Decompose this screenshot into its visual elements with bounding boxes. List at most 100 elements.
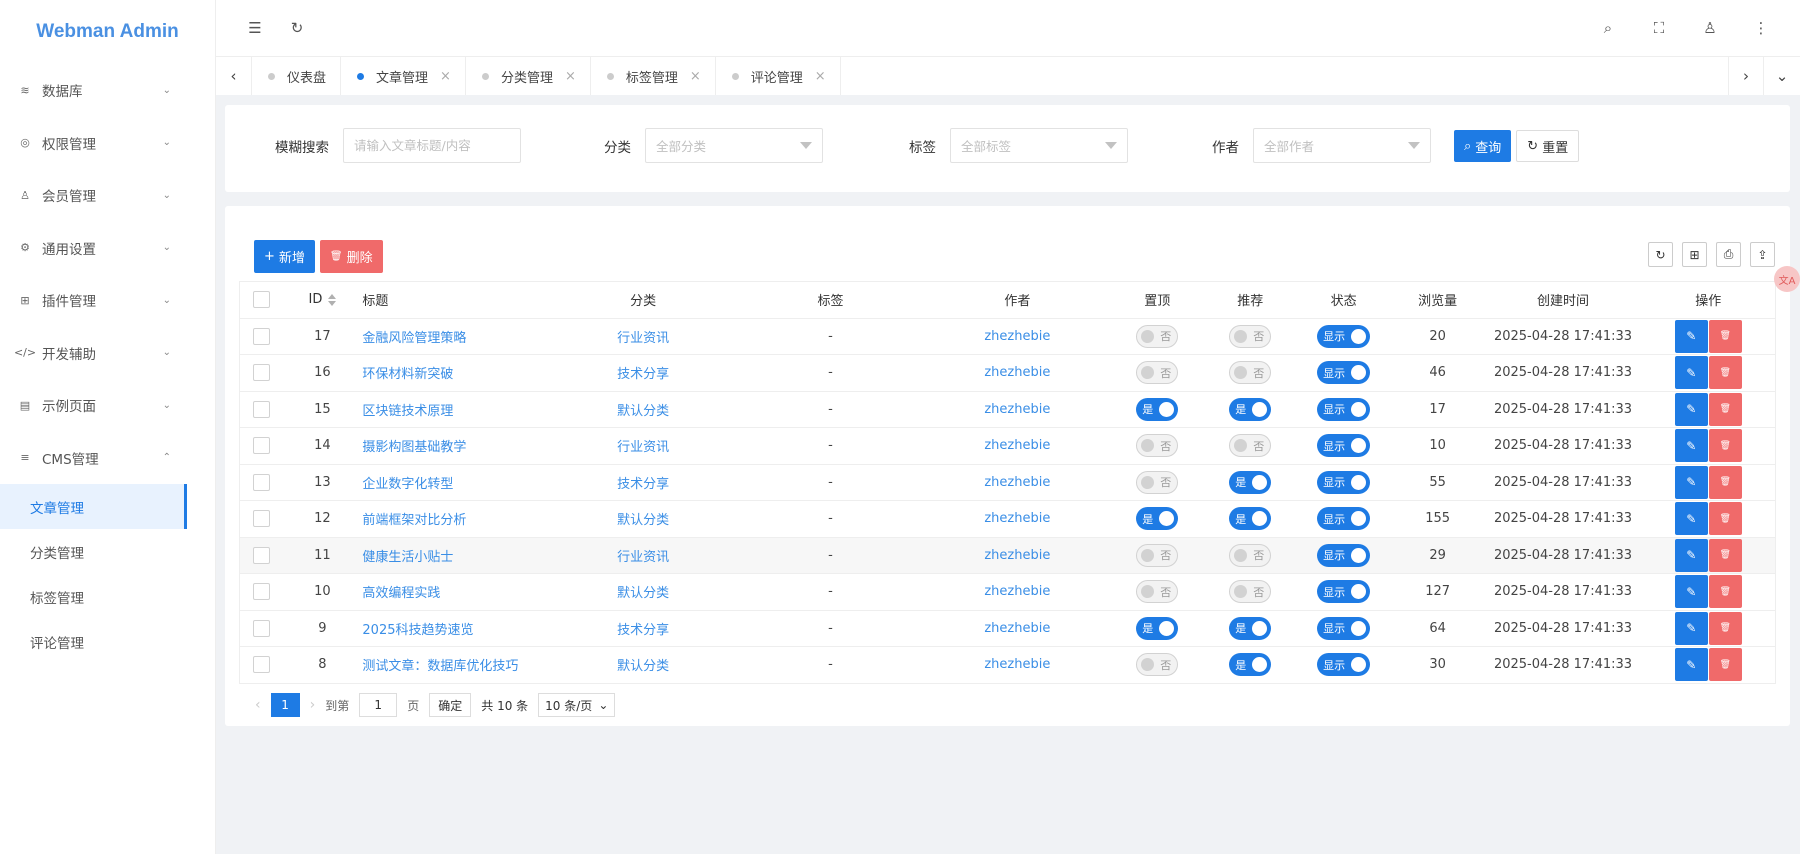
- fullscreen-icon[interactable]: ⛶: [1642, 11, 1676, 45]
- author-link[interactable]: zhezhebie: [984, 511, 1050, 526]
- category-link[interactable]: 行业资讯: [617, 440, 669, 455]
- top-switch[interactable]: 否: [1136, 580, 1179, 604]
- article-title-link[interactable]: 高效编程实践: [362, 586, 440, 601]
- menu-toggle-icon[interactable]: ☰: [238, 11, 272, 45]
- tab-articles[interactable]: 文章管理 ×: [341, 57, 466, 95]
- status-switch[interactable]: 显示: [1317, 361, 1371, 385]
- edit-button[interactable]: ✎: [1674, 465, 1708, 499]
- top-switch[interactable]: 否: [1136, 361, 1179, 385]
- status-switch[interactable]: 显示: [1317, 580, 1371, 604]
- tabs-next-icon[interactable]: ›: [1728, 57, 1764, 95]
- row-checkbox[interactable]: [252, 327, 270, 345]
- top-switch[interactable]: 是: [1136, 507, 1179, 531]
- delete-row-button[interactable]: 🗑: [1708, 611, 1742, 645]
- category-link[interactable]: 默认分类: [617, 513, 669, 528]
- columns-icon[interactable]: ⊞: [1682, 242, 1707, 267]
- sidebar-item-examples[interactable]: ▤ 示例页面 ⌄: [0, 379, 215, 432]
- delete-row-button[interactable]: 🗑: [1708, 502, 1742, 536]
- sidebar-subitem-tags[interactable]: 标签管理: [0, 574, 215, 619]
- export-icon[interactable]: ⇪: [1750, 242, 1775, 267]
- tabs-dropdown-icon[interactable]: ⌄: [1764, 57, 1800, 95]
- keyword-search-input[interactable]: [343, 128, 521, 163]
- author-link[interactable]: zhezhebie: [984, 475, 1050, 490]
- author-link[interactable]: zhezhebie: [984, 438, 1050, 453]
- delete-row-button[interactable]: 🗑: [1708, 319, 1742, 353]
- row-checkbox[interactable]: [252, 583, 270, 601]
- category-select[interactable]: 全部分类: [645, 128, 823, 163]
- top-switch[interactable]: 否: [1136, 324, 1179, 348]
- author-link[interactable]: zhezhebie: [984, 584, 1050, 599]
- status-switch[interactable]: 显示: [1317, 470, 1371, 494]
- article-title-link[interactable]: 2025科技趋势速览: [362, 623, 473, 638]
- sidebar-item-permissions[interactable]: ◎ 权限管理 ⌄: [0, 117, 215, 170]
- header-id[interactable]: ID: [282, 281, 363, 319]
- author-link[interactable]: zhezhebie: [984, 621, 1050, 636]
- recommend-switch[interactable]: 是: [1229, 470, 1272, 494]
- article-title-link[interactable]: 金融风险管理策略: [362, 331, 466, 346]
- author-link[interactable]: zhezhebie: [984, 657, 1050, 672]
- recommend-switch[interactable]: 是: [1229, 507, 1272, 531]
- row-checkbox[interactable]: [252, 546, 270, 564]
- goto-page-input[interactable]: 1: [359, 693, 398, 717]
- edit-button[interactable]: ✎: [1674, 429, 1708, 463]
- top-switch[interactable]: 否: [1136, 434, 1179, 458]
- tab-dashboard[interactable]: 仪表盘: [252, 57, 342, 95]
- status-switch[interactable]: 显示: [1317, 543, 1371, 567]
- delete-row-button[interactable]: 🗑: [1708, 465, 1742, 499]
- top-switch[interactable]: 否: [1136, 470, 1179, 494]
- page-number-current[interactable]: 1: [270, 693, 300, 717]
- translate-icon[interactable]: 文A: [1774, 266, 1800, 292]
- row-checkbox[interactable]: [252, 656, 270, 674]
- tag-select[interactable]: 全部标签: [950, 128, 1128, 163]
- status-switch[interactable]: 显示: [1317, 507, 1371, 531]
- category-link[interactable]: 默认分类: [617, 586, 669, 601]
- edit-button[interactable]: ✎: [1674, 611, 1708, 645]
- recommend-switch[interactable]: 是: [1229, 616, 1272, 640]
- author-link[interactable]: zhezhebie: [984, 329, 1050, 344]
- row-checkbox[interactable]: [252, 400, 270, 418]
- recommend-switch[interactable]: 是: [1229, 397, 1272, 421]
- author-link[interactable]: zhezhebie: [984, 402, 1050, 417]
- delete-row-button[interactable]: 🗑: [1708, 392, 1742, 426]
- delete-row-button[interactable]: 🗑: [1708, 356, 1742, 390]
- recommend-switch[interactable]: 否: [1229, 580, 1272, 604]
- article-title-link[interactable]: 测试文章：数据库优化技巧: [362, 659, 518, 674]
- edit-button[interactable]: ✎: [1674, 575, 1708, 609]
- sidebar-subitem-comments[interactable]: 评论管理: [0, 619, 215, 664]
- sidebar-item-cms[interactable]: ≡ CMS管理 ⌃: [0, 432, 215, 485]
- sidebar-item-database[interactable]: ≋ 数据库 ⌄: [0, 64, 215, 117]
- top-switch[interactable]: 是: [1136, 616, 1179, 640]
- article-title-link[interactable]: 摄影构图基础教学: [362, 440, 466, 455]
- category-link[interactable]: 默认分类: [617, 404, 669, 419]
- delete-row-button[interactable]: 🗑: [1708, 648, 1742, 682]
- status-switch[interactable]: 显示: [1317, 324, 1371, 348]
- page-size-select[interactable]: 10 条/页 ⌄: [538, 693, 616, 717]
- category-link[interactable]: 技术分享: [617, 623, 669, 638]
- delete-row-button[interactable]: 🗑: [1708, 429, 1742, 463]
- more-icon[interactable]: ⋮: [1744, 11, 1778, 45]
- category-link[interactable]: 技术分享: [617, 367, 669, 382]
- row-checkbox[interactable]: [252, 364, 270, 382]
- prev-page-icon[interactable]: ‹: [255, 697, 261, 713]
- next-page-icon[interactable]: ›: [310, 697, 316, 713]
- sidebar-subitem-categories[interactable]: 分类管理: [0, 529, 215, 574]
- recommend-switch[interactable]: 否: [1229, 324, 1272, 348]
- status-switch[interactable]: 显示: [1317, 616, 1371, 640]
- article-title-link[interactable]: 企业数字化转型: [362, 477, 453, 492]
- close-icon[interactable]: ×: [565, 69, 576, 84]
- close-icon[interactable]: ×: [690, 69, 701, 84]
- sort-icon[interactable]: [328, 293, 337, 306]
- print-icon[interactable]: ⎙: [1716, 242, 1741, 267]
- row-checkbox[interactable]: [252, 437, 270, 455]
- top-switch[interactable]: 否: [1136, 653, 1179, 677]
- edit-button[interactable]: ✎: [1674, 538, 1708, 572]
- category-link[interactable]: 行业资讯: [617, 550, 669, 565]
- recommend-switch[interactable]: 否: [1229, 361, 1272, 385]
- sidebar-item-settings[interactable]: ⚙ 通用设置 ⌄: [0, 222, 215, 275]
- delete-row-button[interactable]: 🗑: [1708, 538, 1742, 572]
- author-select[interactable]: 全部作者: [1253, 128, 1431, 163]
- recommend-switch[interactable]: 是: [1229, 653, 1272, 677]
- author-link[interactable]: zhezhebie: [984, 548, 1050, 563]
- recommend-switch[interactable]: 否: [1229, 434, 1272, 458]
- tab-comments[interactable]: 评论管理 ×: [716, 57, 841, 95]
